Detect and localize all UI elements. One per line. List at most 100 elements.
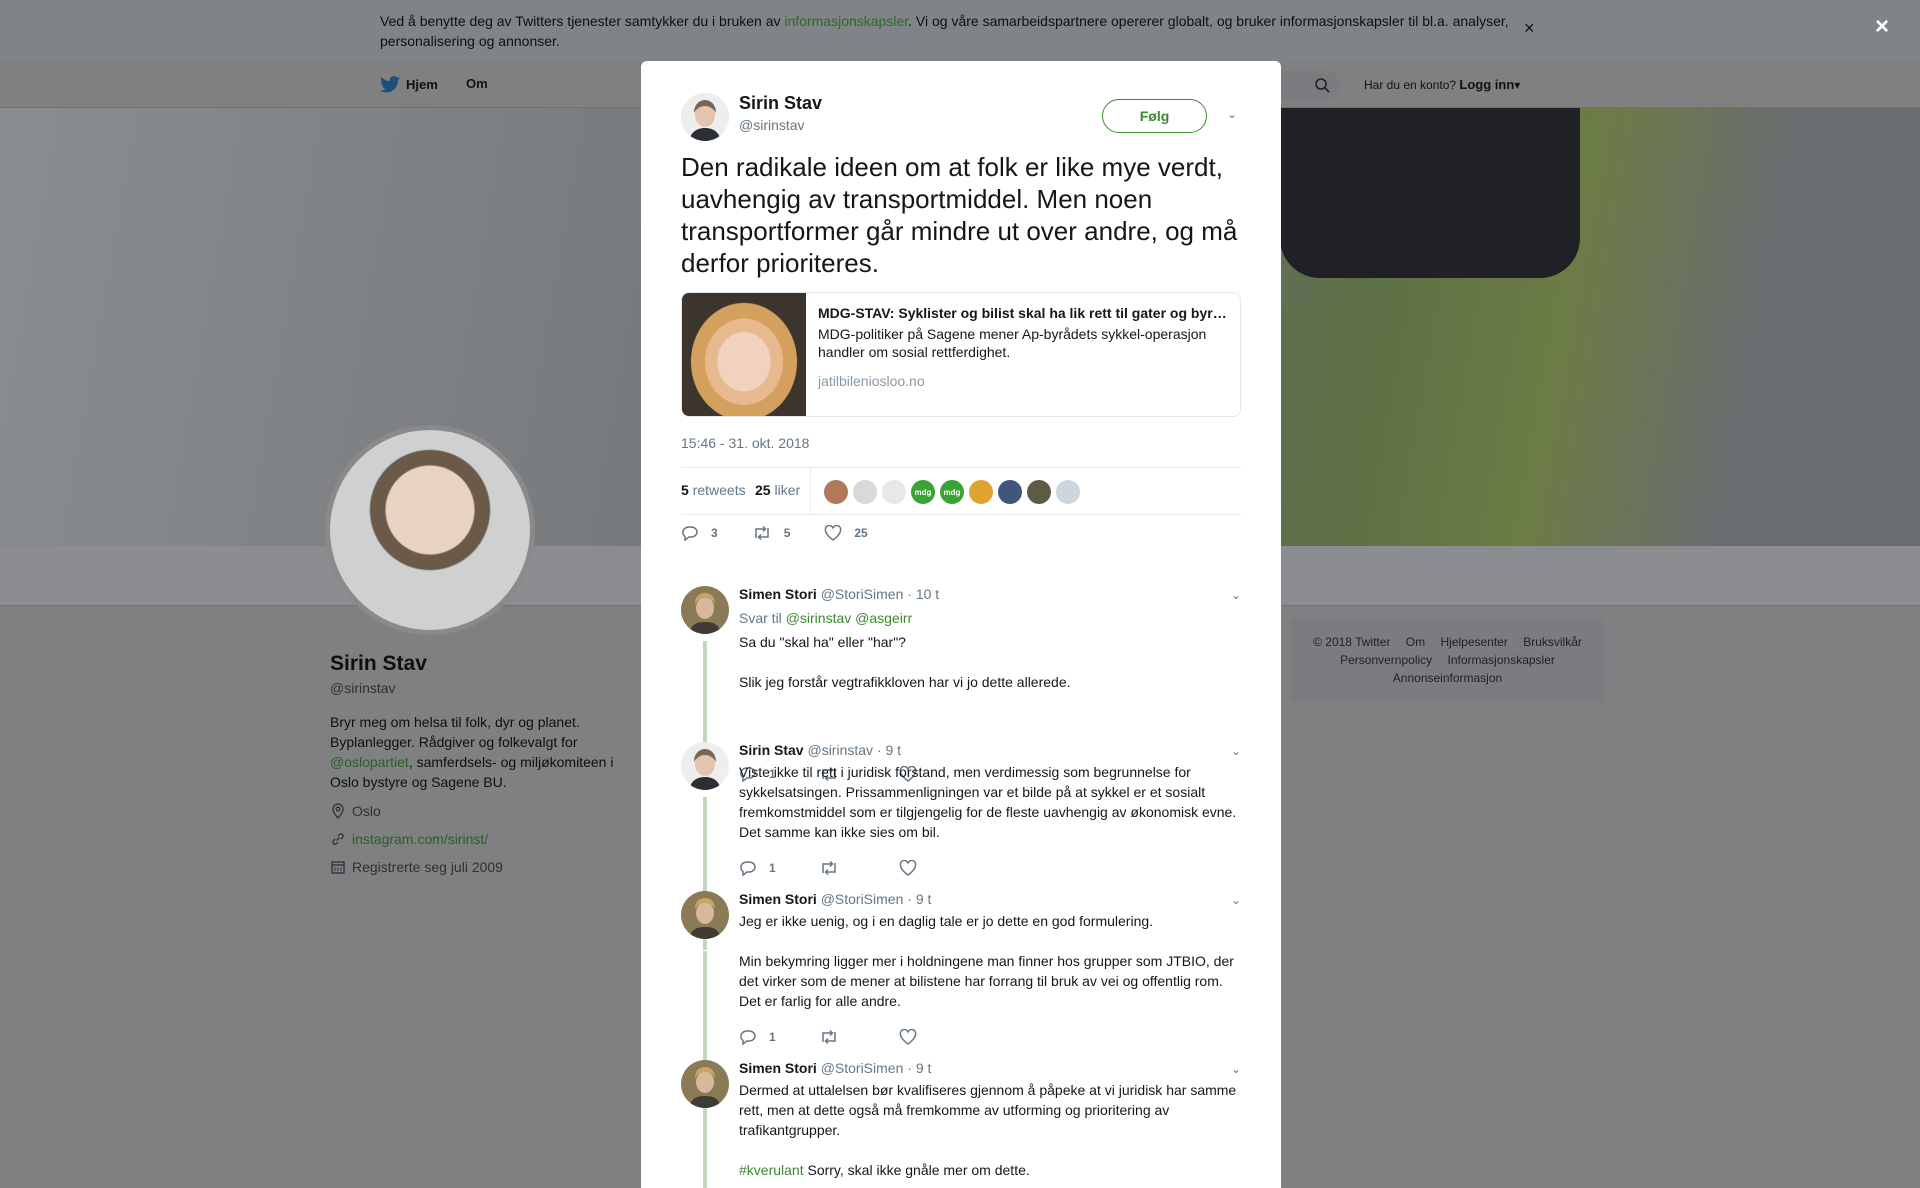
liker-avatar[interactable] (882, 480, 906, 504)
tweet-menu-chevron-icon[interactable]: ⌄ (1227, 107, 1237, 121)
reply-action[interactable]: 3 (681, 525, 718, 541)
liker-avatar[interactable] (969, 480, 993, 504)
liker-avatar-default[interactable] (1056, 480, 1080, 504)
reply-icon (740, 861, 756, 876)
reply-header: Sirin Stav @sirinstav · 9 t (739, 742, 901, 758)
reply-icon (682, 526, 698, 541)
reply-paragraph: Min bekymring ligger mer i holdningene m… (739, 953, 1234, 1009)
link-icon (332, 833, 344, 845)
liker-avatar[interactable] (1027, 480, 1051, 504)
twitter-bird-icon (380, 76, 400, 93)
reply-paragraph: Slik jeg forstår vegtrafikkloven har vi … (739, 674, 1071, 690)
liker-avatar[interactable] (824, 480, 848, 504)
liker-avatar-mdg[interactable]: mdg (911, 480, 935, 504)
location-text: Oslo (352, 803, 381, 819)
reply-avatar[interactable] (681, 586, 729, 634)
reply-text: Dermed at uttalelsen bør kvalifiseres gj… (739, 1080, 1239, 1180)
footer-link-privacy[interactable]: Personvernpolicy (1340, 653, 1432, 667)
cookie-text-before: Ved å benytte deg av Twitters tjenester … (380, 13, 785, 29)
modal-close-button[interactable]: × (1875, 13, 1889, 41)
reply-menu-chevron-icon[interactable]: ⌄ (1231, 1062, 1241, 1076)
footer-link-ads[interactable]: Annonseinformasjon (1393, 671, 1502, 685)
profile-name[interactable]: Sirin Stav (330, 652, 427, 676)
tweet-author-name[interactable]: Sirin Stav (739, 93, 822, 114)
reply-author-name[interactable]: Sirin Stav (739, 742, 804, 758)
reply-menu-chevron-icon[interactable]: ⌄ (1231, 588, 1241, 602)
reply-icon (740, 1030, 756, 1045)
retweet-action[interactable] (819, 1029, 899, 1045)
reply-action[interactable]: 1 (739, 860, 819, 876)
like-action[interactable]: 25 (824, 525, 868, 541)
likers-avatars: mdg mdg (824, 480, 1080, 504)
reply-author-handle[interactable]: @StoriSimen (821, 1060, 904, 1076)
footer-link-help[interactable]: Hjelpesenter (1440, 635, 1507, 649)
tweet-author-handle[interactable]: @sirinstav (739, 117, 805, 133)
reply-avatar[interactable] (681, 742, 729, 790)
avatar-simen (681, 586, 729, 634)
reply-to-mention[interactable]: @sirinstav (786, 610, 852, 626)
liker-avatar[interactable] (853, 480, 877, 504)
reply-paragraph: Jeg er ikke uenig, og i en daglig tale e… (739, 913, 1154, 929)
retweets-stat[interactable]: 5 retweets (681, 482, 746, 498)
reply-avatar[interactable] (681, 1060, 729, 1108)
reply-time[interactable]: · 9 t (907, 891, 931, 907)
retweet-action[interactable]: 5 (752, 525, 790, 541)
card-domain: jatilbileniosloo.no (818, 373, 925, 389)
footer-link-terms[interactable]: Bruksvilkår (1523, 635, 1582, 649)
cookie-link[interactable]: informasjonskapsler (784, 13, 908, 29)
liker-avatar[interactable] (998, 480, 1022, 504)
reply-avatar[interactable] (681, 891, 729, 939)
stats-divider (810, 468, 811, 515)
liker-avatar-mdg[interactable]: mdg (940, 480, 964, 504)
footer-link-cookies[interactable]: Informasjonskapsler (1448, 653, 1555, 667)
reply-to-mention[interactable]: @asgeirr (855, 610, 912, 626)
profile-location: Oslo (330, 803, 381, 819)
retweet-action[interactable] (819, 860, 899, 876)
retweet-icon (822, 1029, 836, 1045)
profile-url-link[interactable]: instagram.com/sirinst/ (352, 831, 488, 847)
reply-author-name[interactable]: Simen Stori (739, 586, 817, 602)
nav-home-link[interactable]: Hjem (380, 76, 438, 93)
reply-author-handle[interactable]: @StoriSimen (821, 891, 904, 907)
reply-author-name[interactable]: Simen Stori (739, 1060, 817, 1076)
nav-about-link[interactable]: Om (466, 76, 488, 91)
heart-icon (899, 1029, 917, 1045)
link-card[interactable]: MDG-STAV: Syklister og bilist skal ha li… (681, 292, 1241, 417)
likes-stat[interactable]: 25 liker (755, 482, 800, 498)
reply-menu-chevron-icon[interactable]: ⌄ (1231, 893, 1241, 907)
reply-text: Sa du "skal ha" eller "har"? Slik jeg fo… (739, 632, 1239, 692)
login-button[interactable]: Logg inn (1459, 77, 1514, 92)
footer-link-about[interactable]: Om (1406, 635, 1425, 649)
heart-icon (899, 860, 917, 876)
reply-menu-chevron-icon[interactable]: ⌄ (1231, 744, 1241, 758)
reply-author-handle[interactable]: @sirinstav (807, 742, 873, 758)
reply-to-label: Svar til (739, 610, 782, 626)
cookie-close-button[interactable]: × (1524, 18, 1535, 39)
tweet-author-avatar[interactable] (681, 93, 729, 141)
like-action[interactable] (899, 1029, 979, 1045)
reply-author-name[interactable]: Simen Stori (739, 891, 817, 907)
cookie-text: Ved å benytte deg av Twitters tjenester … (380, 11, 1520, 51)
profile-handle[interactable]: @sirinstav (330, 680, 396, 696)
profile-joined: Registrerte seg juli 2009 (330, 859, 503, 875)
reply-time[interactable]: · 9 t (877, 742, 901, 758)
reply-header: Simen Stori @StoriSimen · 9 t (739, 1060, 931, 1076)
bio-mention-link[interactable]: @oslopartiet (330, 754, 409, 770)
footer-copyright: © 2018 Twitter (1313, 635, 1391, 649)
reply-time[interactable]: · 10 t (907, 586, 939, 602)
reply-count: 1 (769, 861, 776, 875)
hashtag-link[interactable]: #kverulant (739, 1162, 804, 1178)
tweet-text: Den radikale ideen om at folk er like my… (681, 152, 1238, 278)
like-action[interactable] (899, 860, 979, 876)
tweet-actions: 3 5 25 (681, 525, 902, 541)
reply-author-handle[interactable]: @StoriSimen (821, 586, 904, 602)
login-area: Har du en konto? Logg inn▾ (1364, 77, 1520, 92)
profile-avatar[interactable] (325, 425, 535, 635)
login-prompt: Har du en konto? (1364, 78, 1457, 92)
tweet-timestamp[interactable]: 15:46 - 31. okt. 2018 (681, 435, 809, 451)
reply-time[interactable]: · 9 t (907, 1060, 931, 1076)
reply-action[interactable]: 1 (739, 1029, 819, 1045)
follow-button[interactable]: Følg (1102, 99, 1207, 133)
